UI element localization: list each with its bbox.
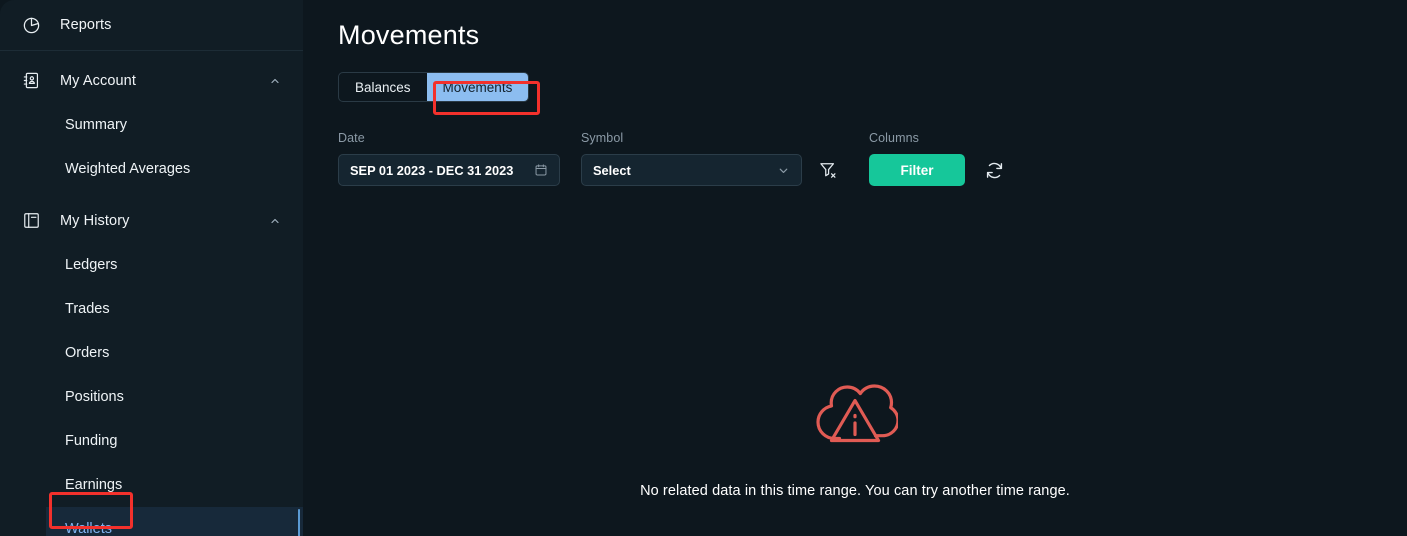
date-field: Date SEP 01 2023 - DEC 31 2023 [338, 131, 560, 186]
chevron-up-icon[interactable] [268, 214, 281, 227]
date-range-value: SEP 01 2023 - DEC 31 2023 [350, 162, 514, 178]
sidebar-item-label: Earnings [65, 477, 123, 493]
columns-field: Columns Filter [869, 131, 965, 186]
sidebar-item-ledgers[interactable]: Ledgers [0, 243, 303, 287]
sidebar-item-summary[interactable]: Summary [0, 103, 303, 147]
empty-state-message: No related data in this time range. You … [640, 483, 1070, 499]
sidebar-group-label: My Account [60, 72, 136, 89]
sidebar-item-label: Summary [65, 117, 128, 133]
tab-balances[interactable]: Balances [339, 73, 427, 101]
pie-chart-icon [22, 16, 41, 35]
date-range-input[interactable]: SEP 01 2023 - DEC 31 2023 [338, 154, 560, 186]
symbol-field: Symbol Select [581, 131, 802, 186]
symbol-label: Symbol [581, 131, 624, 145]
sidebar-item-label: Orders [65, 345, 110, 361]
symbol-value: Select [593, 162, 631, 178]
sidebar-item-label: Reports [60, 17, 112, 33]
sidebar-item-label: Funding [65, 433, 118, 449]
sidebar-item-earnings[interactable]: Earnings [0, 463, 303, 507]
sidebar-item-funding[interactable]: Funding [0, 419, 303, 463]
book-icon [22, 211, 41, 230]
main-content: Movements Balances Movements Date SEP 01… [303, 0, 1407, 536]
filter-button[interactable]: Filter [869, 154, 965, 186]
contact-book-icon [22, 71, 41, 90]
chevron-down-icon [777, 164, 790, 177]
sidebar-item-positions[interactable]: Positions [0, 375, 303, 419]
app-root: Reports My Account Summary Weighted Aver… [0, 0, 1407, 536]
sidebar: Reports My Account Summary Weighted Aver… [0, 0, 303, 536]
sidebar-item-orders[interactable]: Orders [0, 331, 303, 375]
sidebar-item-label: Wallets [65, 521, 112, 536]
refresh-icon[interactable] [977, 154, 1011, 186]
sidebar-item-label: Positions [65, 389, 124, 405]
chevron-up-icon[interactable] [268, 74, 281, 87]
cloud-warning-icon [812, 370, 900, 455]
calendar-icon [534, 163, 548, 177]
sidebar-item-trades[interactable]: Trades [0, 287, 303, 331]
sidebar-item-label: Ledgers [65, 257, 118, 273]
sidebar-item-wallets[interactable]: Wallets [46, 507, 303, 536]
sidebar-group-my-history[interactable]: My History [0, 198, 303, 243]
date-label: Date [338, 131, 365, 145]
columns-label: Columns [869, 131, 920, 145]
sidebar-group-my-account[interactable]: My Account [0, 58, 303, 103]
sidebar-item-label: Trades [65, 301, 110, 317]
page-title: Movements [338, 20, 480, 50]
filter-clear-icon[interactable] [811, 154, 845, 186]
filter-bar: Date SEP 01 2023 - DEC 31 2023 Symbol Se… [338, 131, 1407, 186]
sidebar-group-label: My History [60, 212, 130, 229]
symbol-select[interactable]: Select [581, 154, 802, 186]
tab-group: Balances Movements [338, 72, 530, 102]
empty-state: No related data in this time range. You … [303, 370, 1407, 499]
sidebar-item-label: Weighted Averages [65, 161, 191, 177]
tab-movements[interactable]: Movements [426, 73, 529, 101]
sidebar-item-reports[interactable]: Reports [0, 0, 303, 51]
sidebar-item-weighted-averages[interactable]: Weighted Averages [0, 147, 303, 191]
